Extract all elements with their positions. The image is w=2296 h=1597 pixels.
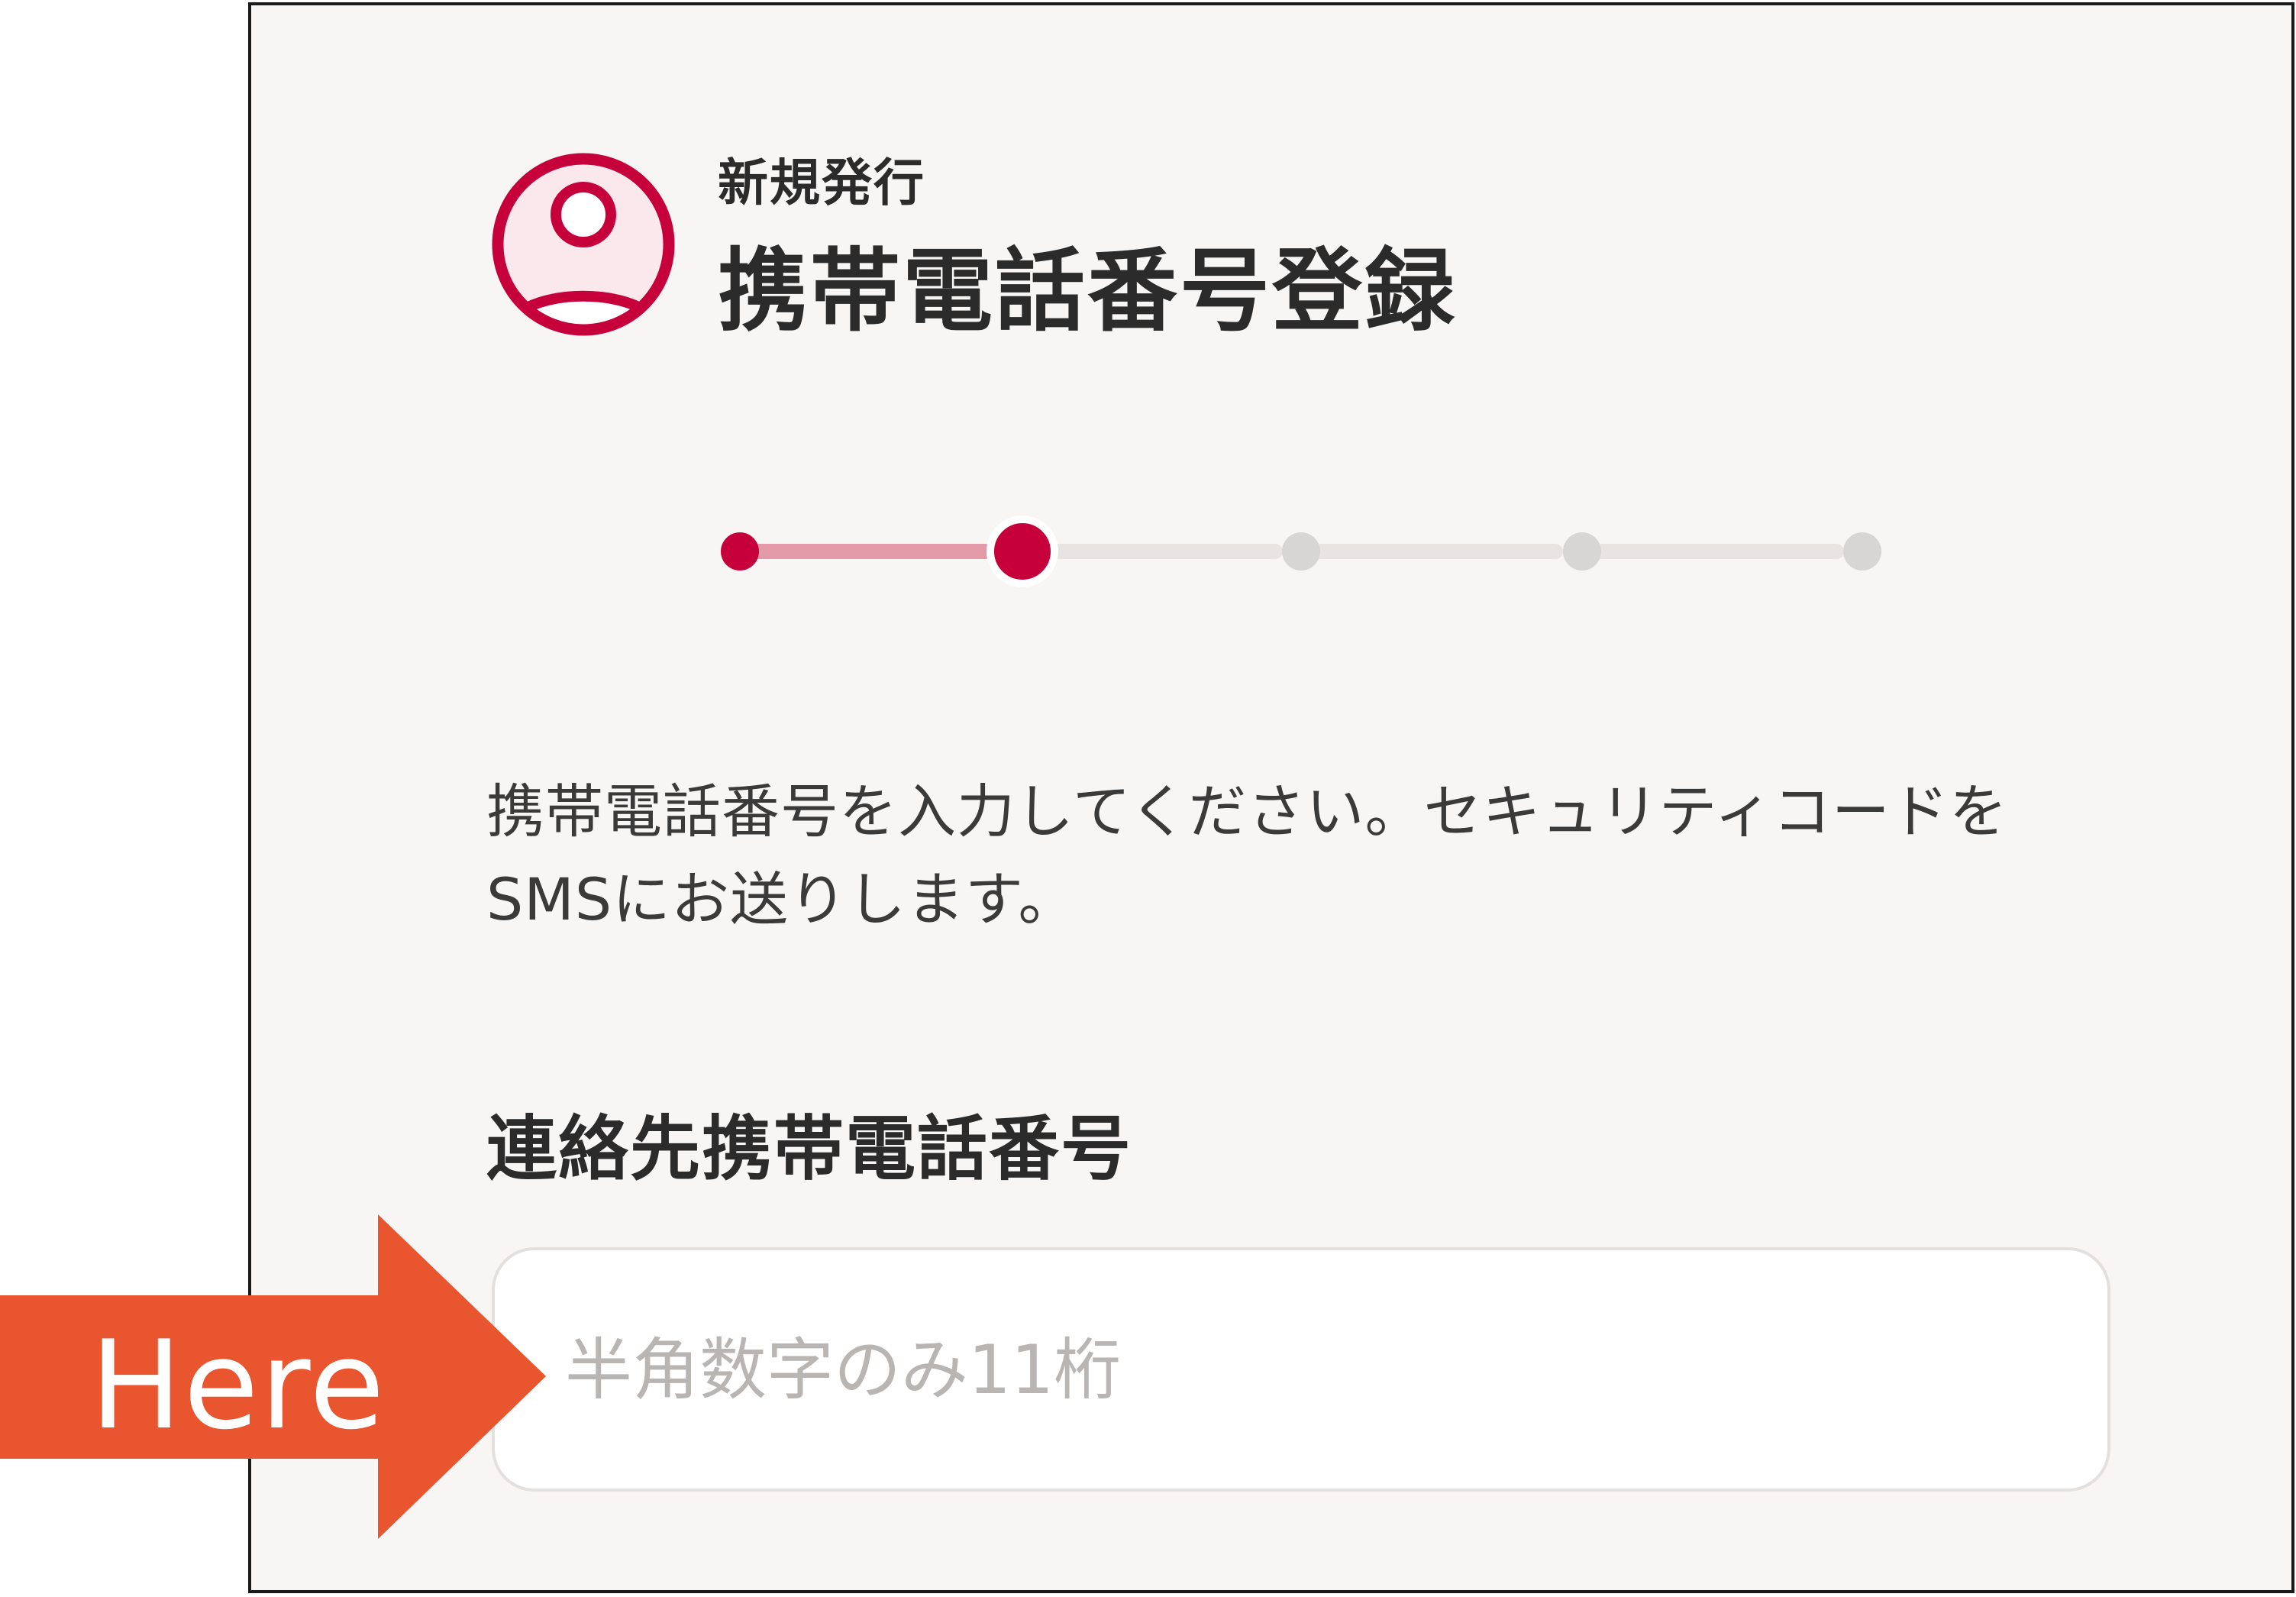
step-connector-1 [733,544,993,559]
phone-number-input[interactable] [492,1247,2110,1492]
step-connector-2 [1019,544,1283,559]
page-subtitle: 新規発行 [718,154,925,212]
phone-field-label: 連絡先携帯電話番号 [486,1108,1133,1190]
step-connector-3 [1300,544,1563,559]
instruction-text: 携帯電話番号を入力してください。セキュリティコードをSMSにお送りします。 [486,777,2008,933]
page-title: 携帯電話番号登録 [718,238,1458,344]
step-dot-4 [1563,532,1601,571]
step-dot-3 [1282,532,1320,571]
annotation-label: Here [90,1314,386,1456]
step-dot-2 [987,516,1058,587]
step-connector-4 [1581,544,1844,559]
step-dot-1 [721,532,759,571]
user-profile-icon [492,153,675,336]
step-dot-5 [1843,532,1881,571]
progress-stepper [710,504,1886,596]
